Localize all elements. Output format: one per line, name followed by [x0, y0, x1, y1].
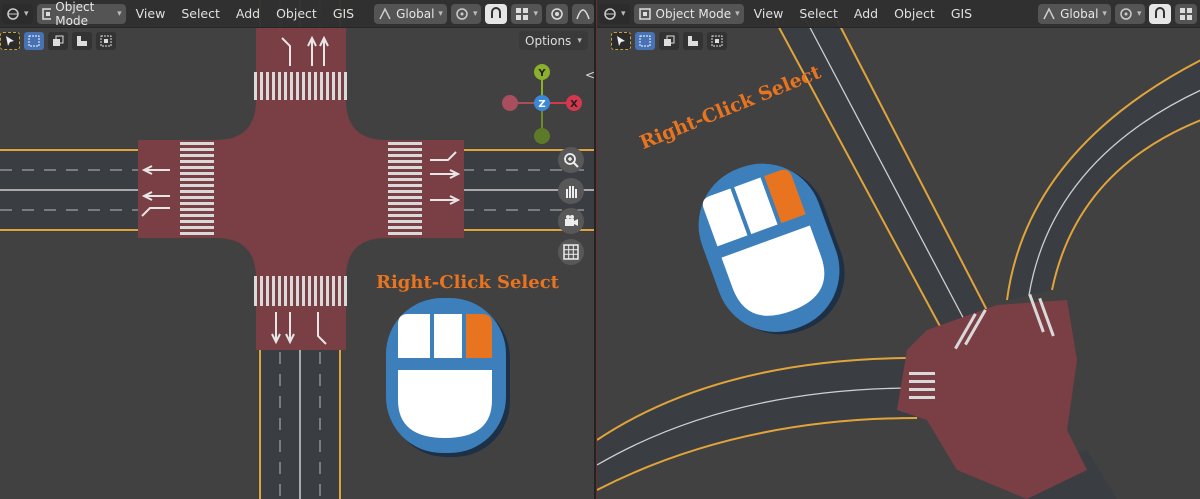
select-intersect-button[interactable] — [96, 32, 116, 50]
gizmo-neg-x-handle[interactable] — [502, 95, 518, 111]
select-subtract-button[interactable] — [72, 32, 92, 50]
proportional-icon — [551, 7, 563, 20]
zoom-icon — [564, 153, 579, 168]
grid-icon — [563, 244, 579, 260]
mode-selector[interactable]: Object Mode ▾ — [633, 3, 744, 24]
camera-view-button[interactable] — [558, 208, 584, 234]
globe-icon — [604, 7, 616, 20]
select-new-button[interactable] — [635, 32, 655, 50]
select-intersect-button[interactable] — [707, 32, 727, 50]
proportional-edit-toggle[interactable] — [546, 3, 568, 24]
cursor-icon — [617, 36, 625, 46]
object-mode-icon — [638, 7, 651, 20]
menu-object[interactable]: Object — [270, 6, 323, 21]
select-mode-row — [0, 31, 116, 51]
orientation-icon — [1043, 6, 1055, 19]
select-extend-icon — [53, 35, 64, 46]
menu-view[interactable]: View — [130, 6, 172, 21]
viewport-header: ▾ Object Mode ▾ View Select Add Object GI… — [0, 0, 594, 28]
pivot-icon — [456, 7, 468, 20]
camera-icon — [565, 215, 578, 226]
right-click-select-label: Right-Click Select — [376, 272, 559, 293]
falloff-icon — [576, 8, 590, 19]
gizmo-x-label: X — [570, 99, 578, 110]
options-label: Options — [525, 33, 572, 48]
transform-orientation-selector[interactable]: Global ▾ — [1038, 3, 1111, 24]
select-mode-row — [611, 31, 727, 51]
right-viewport[interactable]: ▾ Object Mode ▾ View Select Add Object GI… — [596, 0, 1200, 499]
mouse-icon — [698, 163, 845, 335]
left-viewport[interactable]: ▾ Object Mode ▾ View Select Add Object GI… — [0, 0, 594, 499]
cursor-icon — [6, 36, 14, 46]
ortho-toggle-button[interactable] — [558, 239, 584, 265]
menu-select[interactable]: Select — [793, 6, 844, 21]
grid-snap-icon — [516, 7, 529, 20]
editor-type-button[interactable]: ▾ — [599, 3, 630, 24]
orientation-label: Global — [396, 6, 435, 21]
globe-icon — [7, 7, 19, 20]
snap-target-button[interactable] — [1175, 3, 1198, 24]
editor-type-button[interactable]: ▾ — [2, 3, 33, 24]
menu-view[interactable]: View — [748, 6, 790, 21]
menu-gis[interactable]: GIS — [327, 6, 360, 21]
select-new-icon — [28, 35, 40, 47]
gizmo-neg-y-handle[interactable] — [534, 128, 550, 144]
mode-label: Object Mode — [55, 0, 95, 28]
select-new-icon — [639, 35, 651, 47]
menu-select[interactable]: Select — [175, 6, 226, 21]
select-subtract-icon — [688, 36, 698, 46]
cursor-tool-button[interactable] — [0, 32, 20, 50]
select-extend-button[interactable] — [48, 32, 68, 50]
hand-icon — [566, 186, 577, 198]
select-subtract-button[interactable] — [683, 32, 703, 50]
pan-button[interactable] — [558, 178, 584, 204]
pivot-button[interactable]: ▾ — [450, 3, 482, 24]
pivot-button[interactable]: ▾ — [1114, 3, 1146, 24]
select-extend-icon — [664, 35, 675, 46]
snap-icon — [491, 6, 502, 18]
options-button[interactable]: Options ▾ — [519, 31, 588, 50]
mode-label: Object Mode — [655, 6, 732, 21]
snap-toggle[interactable] — [485, 3, 508, 24]
viewport-header: ▾ Object Mode ▾ View Select Add Object GI… — [597, 0, 1200, 28]
select-intersect-icon — [100, 35, 112, 47]
transform-orientation-selector[interactable]: Global ▾ — [374, 3, 447, 24]
menu-gis[interactable]: GIS — [945, 6, 978, 21]
grid-snap-icon — [1180, 7, 1193, 20]
menu-object[interactable]: Object — [888, 6, 941, 21]
orientation-icon — [379, 6, 391, 19]
pivot-icon — [1120, 7, 1132, 20]
mouse-icon — [386, 298, 510, 457]
menu-add[interactable]: Add — [230, 6, 266, 21]
menu-add[interactable]: Add — [848, 6, 884, 21]
select-intersect-icon — [711, 35, 723, 47]
gizmo-y-label: Y — [537, 68, 546, 79]
snap-icon — [1155, 6, 1166, 18]
select-extend-button[interactable] — [659, 32, 679, 50]
zoom-button[interactable] — [558, 147, 584, 173]
snap-target-button[interactable]: ▾ — [511, 3, 542, 24]
gizmo-z-label: Z — [538, 99, 545, 110]
select-new-button[interactable] — [24, 32, 44, 50]
falloff-button[interactable] — [572, 3, 594, 24]
orientation-label: Global — [1060, 6, 1099, 21]
cursor-tool-button[interactable] — [611, 32, 631, 50]
snap-toggle[interactable] — [1149, 3, 1172, 24]
select-subtract-icon — [77, 36, 87, 46]
object-mode-icon — [41, 7, 52, 20]
mode-selector[interactable]: Object Mode ▾ — [36, 0, 126, 28]
navigation-gizmo[interactable]: Y X Z — [498, 60, 588, 150]
